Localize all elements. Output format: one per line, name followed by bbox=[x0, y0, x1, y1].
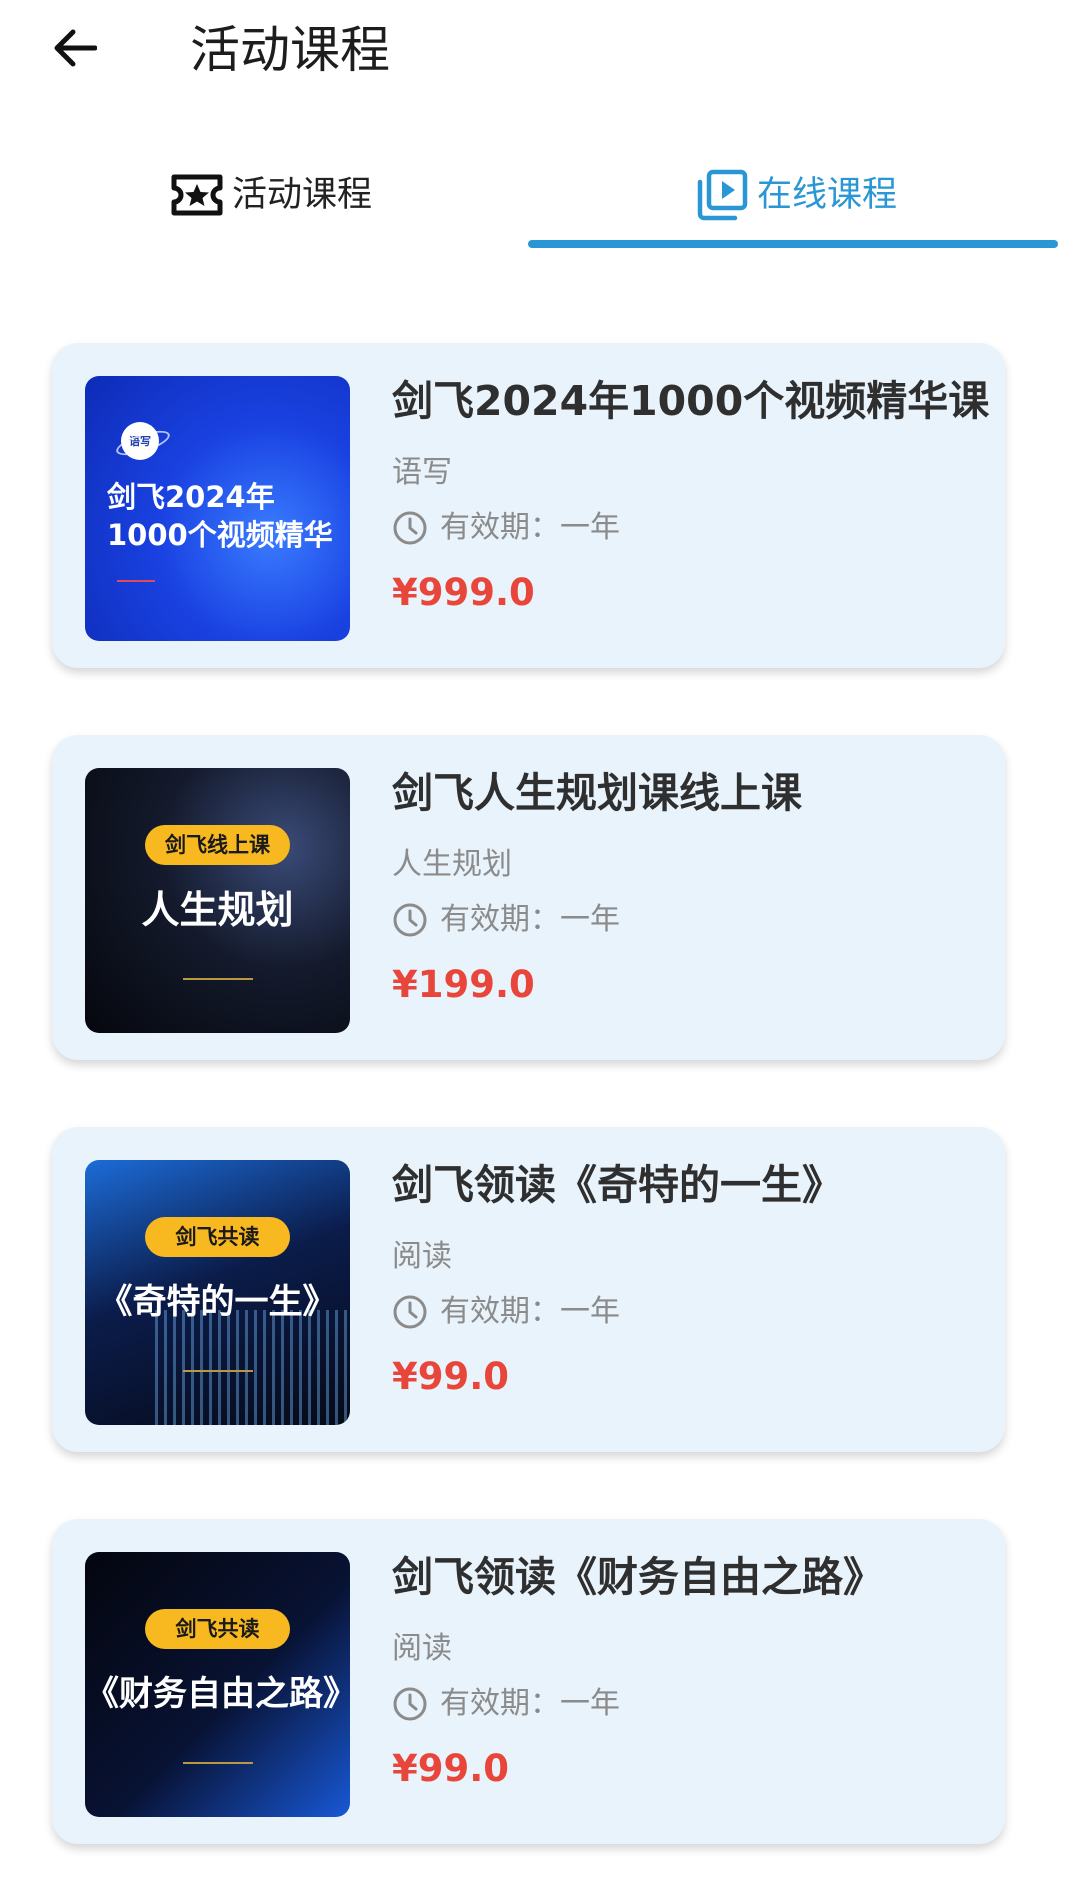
cover-badge: 剑飞线上课 bbox=[145, 825, 290, 865]
clock-icon bbox=[393, 903, 427, 937]
arrow-left-icon bbox=[54, 29, 97, 67]
app-header: 活动课程 bbox=[0, 0, 1080, 110]
cover-title: 剑飞2024年 1000个视频精华 bbox=[107, 480, 333, 552]
cover-title: 《奇特的一生》 bbox=[98, 1282, 337, 1322]
cover-divider bbox=[183, 1762, 253, 1764]
course-price: ¥199.0 bbox=[392, 963, 535, 1006]
tab-activity-courses[interactable]: 活动课程 bbox=[170, 140, 372, 250]
course-cover: 剑飞线上课 人生规划 bbox=[85, 768, 350, 1033]
ticket-star-icon bbox=[171, 174, 223, 216]
course-title: 剑飞领读《奇特的一生》 bbox=[392, 1161, 843, 1209]
tab-online-courses[interactable]: 在线课程 bbox=[695, 140, 897, 250]
course-card[interactable]: 剑飞共读 《财务自由之路》 剑飞领读《财务自由之路》 阅读 有效期：一年 ¥99… bbox=[52, 1519, 1005, 1844]
cover-title: 《财务自由之路》 bbox=[85, 1674, 350, 1714]
validity-row: 有效期：一年 bbox=[392, 508, 620, 548]
clock-icon bbox=[393, 1687, 427, 1721]
cover-divider bbox=[117, 580, 155, 582]
course-price: ¥99.0 bbox=[392, 1747, 510, 1790]
clock-icon bbox=[393, 511, 427, 545]
course-category: 阅读 bbox=[392, 1631, 452, 1666]
course-card[interactable]: 剑飞线上课 人生规划 剑飞人生规划课线上课 人生规划 有效期：一年 ¥199.0 bbox=[52, 735, 1005, 1060]
course-info: 剑飞2024年1000个视频精华课 语写 有效期：一年 ¥999.0 bbox=[392, 343, 992, 668]
validity-text: 有效期：一年 bbox=[440, 1294, 620, 1329]
tab-label: 活动课程 bbox=[232, 175, 373, 215]
course-price: ¥999.0 bbox=[392, 571, 535, 614]
course-card[interactable]: 语写 剑飞2024年 1000个视频精华 剑飞2024年1000个视频精华课 语… bbox=[52, 343, 1005, 668]
validity-row: 有效期：一年 bbox=[392, 900, 620, 940]
validity-row: 有效期：一年 bbox=[392, 1684, 620, 1724]
cover-badge: 剑飞共读 bbox=[145, 1217, 290, 1257]
course-price: ¥99.0 bbox=[392, 1355, 510, 1398]
course-title: 剑飞领读《财务自由之路》 bbox=[392, 1553, 884, 1601]
course-info: 剑飞人生规划课线上课 人生规划 有效期：一年 ¥199.0 bbox=[392, 735, 992, 1060]
cover-divider bbox=[183, 978, 253, 980]
cover-decoration bbox=[155, 1310, 350, 1425]
course-cover: 剑飞共读 《财务自由之路》 bbox=[85, 1552, 350, 1817]
course-category: 人生规划 bbox=[392, 847, 512, 882]
page-title: 活动课程 bbox=[190, 21, 390, 79]
video-playlist-icon bbox=[697, 169, 748, 221]
course-tabs: 活动课程 在线课程 bbox=[0, 140, 1080, 250]
cover-title: 人生规划 bbox=[141, 888, 294, 932]
course-info: 剑飞领读《奇特的一生》 阅读 有效期：一年 ¥99.0 bbox=[392, 1127, 992, 1452]
course-title: 剑飞2024年1000个视频精华课 bbox=[392, 377, 990, 425]
validity-row: 有效期：一年 bbox=[392, 1292, 620, 1332]
clock-icon bbox=[393, 1295, 427, 1329]
course-category: 语写 bbox=[392, 455, 452, 490]
validity-text: 有效期：一年 bbox=[440, 1686, 620, 1721]
course-category: 阅读 bbox=[392, 1239, 452, 1274]
cover-divider bbox=[183, 1370, 253, 1372]
course-title: 剑飞人生规划课线上课 bbox=[392, 769, 802, 817]
course-cover: 语写 剑飞2024年 1000个视频精华 bbox=[85, 376, 350, 641]
course-info: 剑飞领读《财务自由之路》 阅读 有效期：一年 ¥99.0 bbox=[392, 1519, 992, 1844]
back-button[interactable] bbox=[44, 18, 104, 78]
validity-text: 有效期：一年 bbox=[440, 902, 620, 937]
validity-text: 有效期：一年 bbox=[440, 510, 620, 545]
tab-label: 在线课程 bbox=[757, 175, 898, 215]
active-tab-indicator bbox=[528, 240, 1058, 248]
cover-badge: 剑飞共读 bbox=[145, 1609, 290, 1649]
course-card[interactable]: 剑飞共读 《奇特的一生》 剑飞领读《奇特的一生》 阅读 有效期：一年 ¥99.0 bbox=[52, 1127, 1005, 1452]
course-cover: 剑飞共读 《奇特的一生》 bbox=[85, 1160, 350, 1425]
